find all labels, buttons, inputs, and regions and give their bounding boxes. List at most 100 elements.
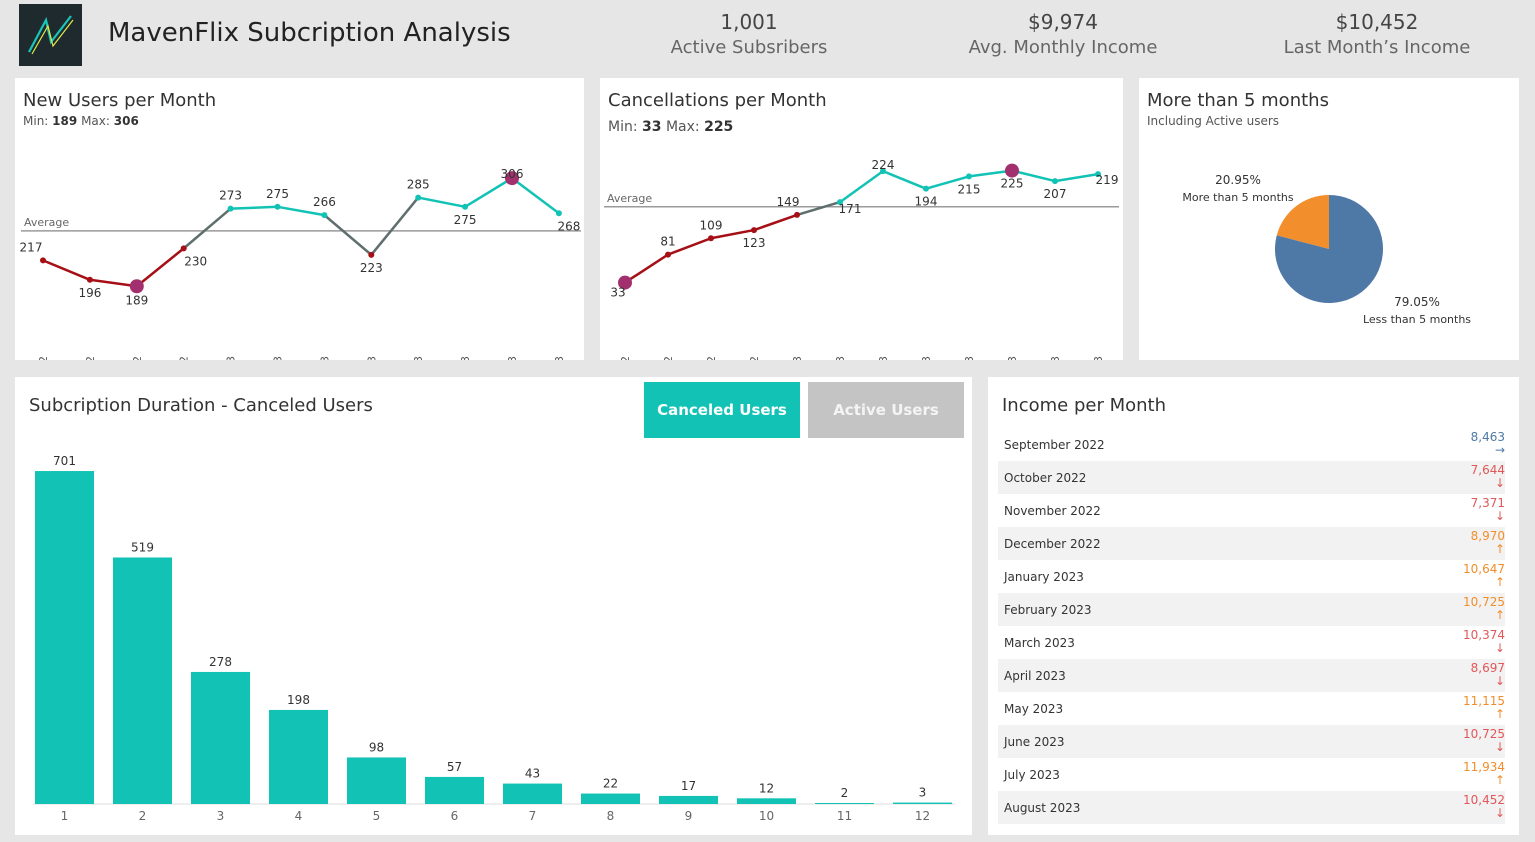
kpi-label: Avg. Monthly Income	[968, 37, 1158, 58]
data-label: 171	[839, 202, 862, 216]
income-card: Income per Month September 2022 8,463 → Oct…	[988, 377, 1519, 835]
line-segment	[182, 207, 232, 250]
bar-value-label: 17	[681, 779, 696, 793]
income-month: June 2023	[1004, 735, 1065, 749]
x-tick-label: 1	[61, 809, 69, 823]
kpi-label: Last Month’s Income	[1283, 37, 1471, 58]
kpi-last-month-income: $10,452 Last Month’s Income	[1257, 10, 1497, 58]
income-value: 8,697	[1470, 661, 1505, 675]
data-label: 230	[184, 254, 207, 268]
x-tick-label: 9	[685, 809, 693, 823]
kpi-label: Active Subsribers	[670, 37, 828, 58]
kpi-value: $9,974	[1028, 10, 1098, 34]
x-tick-label: Nov 2022	[705, 356, 718, 360]
data-point	[180, 245, 187, 252]
x-tick-label: Nov 2022	[131, 356, 144, 360]
income-row: June 2023 10,725 ↓	[998, 725, 1505, 758]
duration-card: Subcription Duration - Canceled Users Ca…	[15, 377, 972, 835]
line-segment	[624, 253, 669, 284]
income-value: 10,725	[1463, 595, 1505, 609]
data-label: 306	[501, 167, 524, 181]
kpi-value: 1,001	[720, 10, 778, 34]
data-label: 33	[610, 286, 625, 300]
x-tick-label: 2	[139, 809, 147, 823]
trend-arrow-icon: ↑	[1494, 575, 1505, 589]
trend-arrow-icon: ↑	[1494, 707, 1505, 721]
bar-value-label: 43	[525, 767, 540, 781]
x-tick-label: Mar 2023	[877, 356, 890, 360]
kpi-avg-monthly-income: $9,974 Avg. Monthly Income	[943, 10, 1183, 58]
trend-arrow-icon: ↑	[1494, 542, 1505, 556]
x-tick-label: Jan 2023	[225, 356, 238, 360]
new-users-card: New Users per Month Min: 189 Max: 306 Av…	[15, 78, 584, 360]
income-value: 10,374	[1463, 628, 1505, 642]
x-tick-label: 12	[915, 809, 930, 823]
bar-value-label: 22	[603, 777, 618, 791]
data-label: 275	[454, 213, 477, 227]
data-point	[274, 203, 281, 210]
bar-value-label: 57	[447, 760, 462, 774]
x-tick-label: Apr 2023	[920, 356, 933, 360]
income-month: February 2023	[1004, 603, 1092, 617]
trend-arrow-icon: ↓	[1494, 740, 1505, 754]
x-tick-label: Oct 2022	[84, 356, 97, 360]
bar-value-label: 98	[369, 740, 384, 754]
trend-arrow-icon: ↓	[1494, 509, 1505, 523]
x-tick-label: 10	[759, 809, 774, 823]
trend-arrow-icon: ↑	[1494, 773, 1505, 787]
trend-arrow-icon: ↓	[1494, 641, 1505, 655]
data-label: 275	[266, 187, 289, 201]
x-tick-label: Jun 2023	[1006, 356, 1019, 360]
income-month: March 2023	[1004, 636, 1075, 650]
line-segment	[323, 214, 373, 256]
line-segment	[511, 177, 560, 215]
income-month: December 2022	[1004, 537, 1101, 551]
x-tick-label: Apr 2023	[365, 356, 378, 360]
data-point	[1052, 178, 1058, 185]
x-tick-label: Jul 2023	[506, 356, 519, 360]
x-tick-label: Dec 2022	[748, 356, 761, 360]
bar	[113, 557, 172, 804]
data-point	[555, 210, 562, 217]
tenure-pie-chart: 20.95% More than 5 months 79.05% Less than …	[1182, 173, 1471, 326]
data-label: 224	[872, 158, 895, 172]
income-month: January 2023	[1004, 570, 1084, 584]
income-month: August 2023	[1004, 801, 1081, 815]
income-row: December 2022 8,970 ↑	[998, 527, 1505, 560]
x-tick-label: Feb 2023	[272, 356, 285, 360]
bar	[269, 709, 328, 804]
bar	[659, 795, 718, 804]
new-users-line-chart: Average 217 Sept 2022 196 Oct 2022 189 Nov 202…	[20, 167, 581, 360]
pie-value-label: 20.95%	[1215, 173, 1261, 187]
line-segment	[417, 196, 466, 209]
bar-value-label: 519	[131, 540, 154, 554]
data-point	[415, 194, 422, 201]
x-tick-label: Sept 2022	[619, 356, 632, 360]
x-tick-label: Dec 2022	[178, 356, 191, 360]
income-value: 11,934	[1463, 760, 1505, 774]
income-month: November 2022	[1004, 504, 1101, 518]
income-row: April 2023 8,697 ↓	[998, 659, 1505, 692]
x-tick-label: 6	[451, 809, 459, 823]
x-tick-label: 5	[373, 809, 381, 823]
income-month: July 2023	[1004, 768, 1060, 782]
line-segment	[136, 247, 185, 288]
data-label: 123	[743, 236, 766, 250]
duration-bar-chart: 701 1 519 2 278 3 198 4 98 5 57 6 43 7 22 8 17 9 12 10 2 11 3 1…	[33, 454, 955, 823]
x-tick-label: Sept 2022	[37, 356, 50, 360]
bar-value-label: 198	[287, 693, 310, 707]
x-tick-label: Jan 2023	[791, 356, 804, 360]
income-value: 7,644	[1470, 463, 1505, 477]
income-row: July 2023 11,934 ↑	[998, 758, 1505, 791]
bar-value-label: 3	[919, 786, 927, 800]
highlight-point	[1005, 163, 1019, 178]
data-point	[665, 251, 671, 258]
data-point	[227, 205, 234, 212]
line-segment	[796, 200, 841, 217]
bar	[425, 776, 484, 804]
cancellations-line-chart: Average 33 Sept 2022 81 Oct 2022 109 Nov 2022 1…	[604, 158, 1119, 360]
data-label: 207	[1044, 187, 1067, 201]
trend-arrow-icon: ↑	[1494, 608, 1505, 622]
income-value: 11,115	[1463, 694, 1505, 708]
data-point	[368, 251, 375, 258]
